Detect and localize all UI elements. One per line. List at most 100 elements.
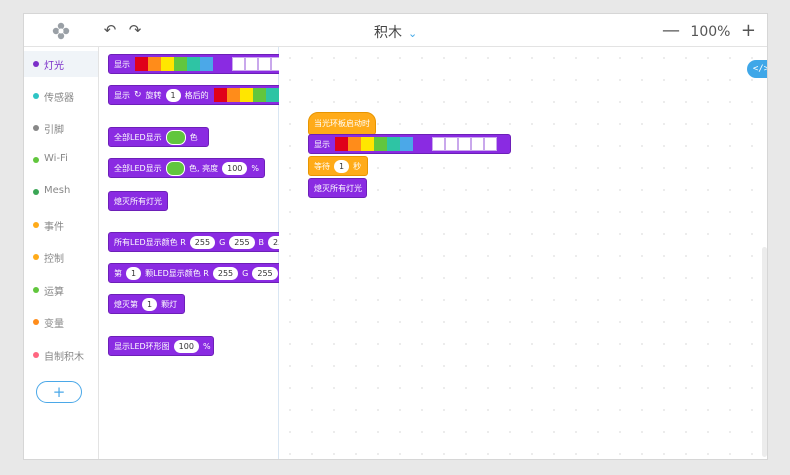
block-text: G bbox=[219, 237, 226, 247]
color-swatch[interactable] bbox=[348, 137, 361, 151]
color-swatch[interactable] bbox=[174, 57, 187, 71]
category-my-blocks[interactable]: 自制积木 bbox=[24, 342, 98, 368]
block-text: 所有LED显示颜色 R bbox=[114, 237, 186, 247]
led-index-input[interactable]: 1 bbox=[142, 297, 158, 311]
color-swatches bbox=[135, 57, 297, 71]
wait-seconds-input[interactable]: 1 bbox=[334, 159, 350, 173]
color-swatch[interactable] bbox=[252, 88, 266, 102]
block-text: 色 bbox=[189, 132, 198, 142]
code-toggle-button[interactable]: </> bbox=[747, 60, 767, 78]
green-input[interactable]: 255 bbox=[252, 266, 278, 280]
single-led-off-block[interactable]: 熄灭第 1 颗灯 bbox=[108, 294, 185, 314]
empty-swatch[interactable] bbox=[484, 137, 497, 151]
block-text: 秒 bbox=[353, 161, 362, 171]
redo-icon[interactable]: ↷ bbox=[127, 22, 143, 38]
zoom-in-button[interactable]: + bbox=[741, 20, 756, 41]
block-text: 等待 bbox=[314, 161, 330, 171]
empty-swatch[interactable] bbox=[245, 57, 258, 71]
category-label: 事件 bbox=[44, 222, 64, 233]
color-swatch[interactable] bbox=[413, 137, 426, 151]
wait-block[interactable]: 等待 1 秒 bbox=[308, 156, 368, 176]
empty-swatch[interactable] bbox=[471, 137, 484, 151]
logo-icon bbox=[52, 22, 70, 40]
lights-off-script-block[interactable]: 熄灭所有灯光 bbox=[308, 178, 367, 198]
category-wifi[interactable]: Wi-Fi bbox=[24, 147, 98, 173]
color-swatch[interactable] bbox=[213, 57, 226, 71]
block-text: 全部LED显示 bbox=[114, 163, 162, 173]
color-swatch[interactable] bbox=[239, 88, 253, 102]
zoom-level: 100% bbox=[690, 24, 731, 40]
show-script-block[interactable]: 显示 bbox=[308, 134, 511, 154]
category-variables[interactable]: 变量 bbox=[24, 309, 98, 335]
color-swatch[interactable] bbox=[148, 57, 161, 71]
empty-swatch[interactable] bbox=[445, 137, 458, 151]
category-control[interactable]: 控制 bbox=[24, 244, 98, 270]
block-text: 格后的 bbox=[184, 90, 209, 100]
category-label: 传感器 bbox=[44, 93, 74, 104]
category-label: 自制积木 bbox=[44, 352, 84, 363]
color-swatch[interactable] bbox=[400, 137, 413, 151]
category-dot bbox=[33, 319, 39, 325]
color-swatch[interactable] bbox=[135, 57, 148, 71]
all-lights-off-block[interactable]: 熄灭所有灯光 bbox=[108, 191, 168, 211]
project-title-dropdown[interactable]: 积木 ⌄ bbox=[374, 22, 417, 42]
category-dot bbox=[33, 125, 39, 131]
color-picker[interactable] bbox=[165, 160, 186, 176]
category-label: 引脚 bbox=[44, 125, 64, 136]
category-label: 变量 bbox=[44, 319, 64, 330]
undo-icon[interactable]: ↶ bbox=[102, 22, 118, 38]
color-swatch[interactable] bbox=[226, 88, 240, 102]
when-board-starts-hat-block[interactable]: 当光环板启动时 bbox=[308, 112, 376, 135]
zoom-out-button[interactable]: — bbox=[662, 20, 680, 41]
color-swatch[interactable] bbox=[187, 57, 200, 71]
percent-input[interactable]: 100 bbox=[173, 339, 199, 353]
category-mesh[interactable]: Mesh bbox=[24, 179, 98, 205]
category-events[interactable]: 事件 bbox=[24, 212, 98, 238]
brightness-input[interactable]: 100 bbox=[222, 161, 248, 175]
color-picker[interactable] bbox=[165, 129, 186, 145]
category-dot bbox=[33, 189, 39, 195]
category-pins[interactable]: 引脚 bbox=[24, 115, 98, 141]
category-dot bbox=[33, 352, 39, 358]
color-swatch[interactable] bbox=[161, 57, 174, 71]
category-operators[interactable]: 运算 bbox=[24, 277, 98, 303]
led-index-input[interactable]: 1 bbox=[126, 266, 142, 280]
block-text: 颗灯 bbox=[161, 299, 178, 309]
color-swatches bbox=[335, 137, 497, 151]
zoom-control: — 100% + bbox=[659, 20, 759, 41]
category-label: Wi-Fi bbox=[44, 153, 68, 164]
rotate-steps-input[interactable]: 1 bbox=[165, 88, 181, 102]
all-led-brightness-block[interactable]: 全部LED显示 色, 亮度 100 % bbox=[108, 158, 265, 178]
color-swatch[interactable] bbox=[200, 57, 213, 71]
block-text: G bbox=[242, 268, 249, 278]
empty-swatch[interactable] bbox=[232, 57, 245, 71]
category-dot bbox=[33, 254, 39, 260]
script-workspace[interactable]: 当光环板启动时 显示 等待 1 秒 熄灭所有灯光 bbox=[279, 47, 767, 459]
color-swatch[interactable] bbox=[213, 88, 227, 102]
category-sidebar: 灯光 传感器 引脚 Wi-Fi Mesh 事件 控制 运算 变量 自制积木 + bbox=[24, 47, 99, 459]
empty-swatch[interactable] bbox=[458, 137, 471, 151]
add-extension-button[interactable]: + bbox=[36, 381, 82, 403]
all-led-color-block[interactable]: 全部LED显示 色 bbox=[108, 127, 209, 147]
led-ring-graph-block[interactable]: 显示LED环形图 100 % bbox=[108, 336, 214, 356]
category-dot bbox=[33, 61, 39, 67]
red-input[interactable]: 255 bbox=[189, 235, 216, 249]
color-swatch[interactable] bbox=[265, 88, 279, 102]
empty-swatch[interactable] bbox=[258, 57, 271, 71]
color-swatch[interactable] bbox=[335, 137, 348, 151]
category-dot bbox=[33, 93, 39, 99]
green-input[interactable]: 255 bbox=[229, 235, 255, 249]
empty-swatch[interactable] bbox=[432, 137, 445, 151]
all-led-rgb-block[interactable]: 所有LED显示颜色 R 255 G 255 B 255 bbox=[108, 232, 296, 252]
category-sensors[interactable]: 传感器 bbox=[24, 83, 98, 109]
block-text: 熄灭所有灯光 bbox=[314, 183, 362, 193]
red-input[interactable]: 255 bbox=[212, 266, 239, 280]
vertical-scrollbar[interactable] bbox=[762, 247, 767, 457]
block-text: B bbox=[258, 237, 265, 247]
color-swatch[interactable] bbox=[374, 137, 387, 151]
block-text: 旋转 bbox=[145, 90, 162, 100]
color-swatch[interactable] bbox=[361, 137, 374, 151]
category-lights[interactable]: 灯光 bbox=[24, 51, 98, 77]
color-swatch[interactable] bbox=[387, 137, 400, 151]
chevron-down-icon: ⌄ bbox=[408, 27, 418, 40]
